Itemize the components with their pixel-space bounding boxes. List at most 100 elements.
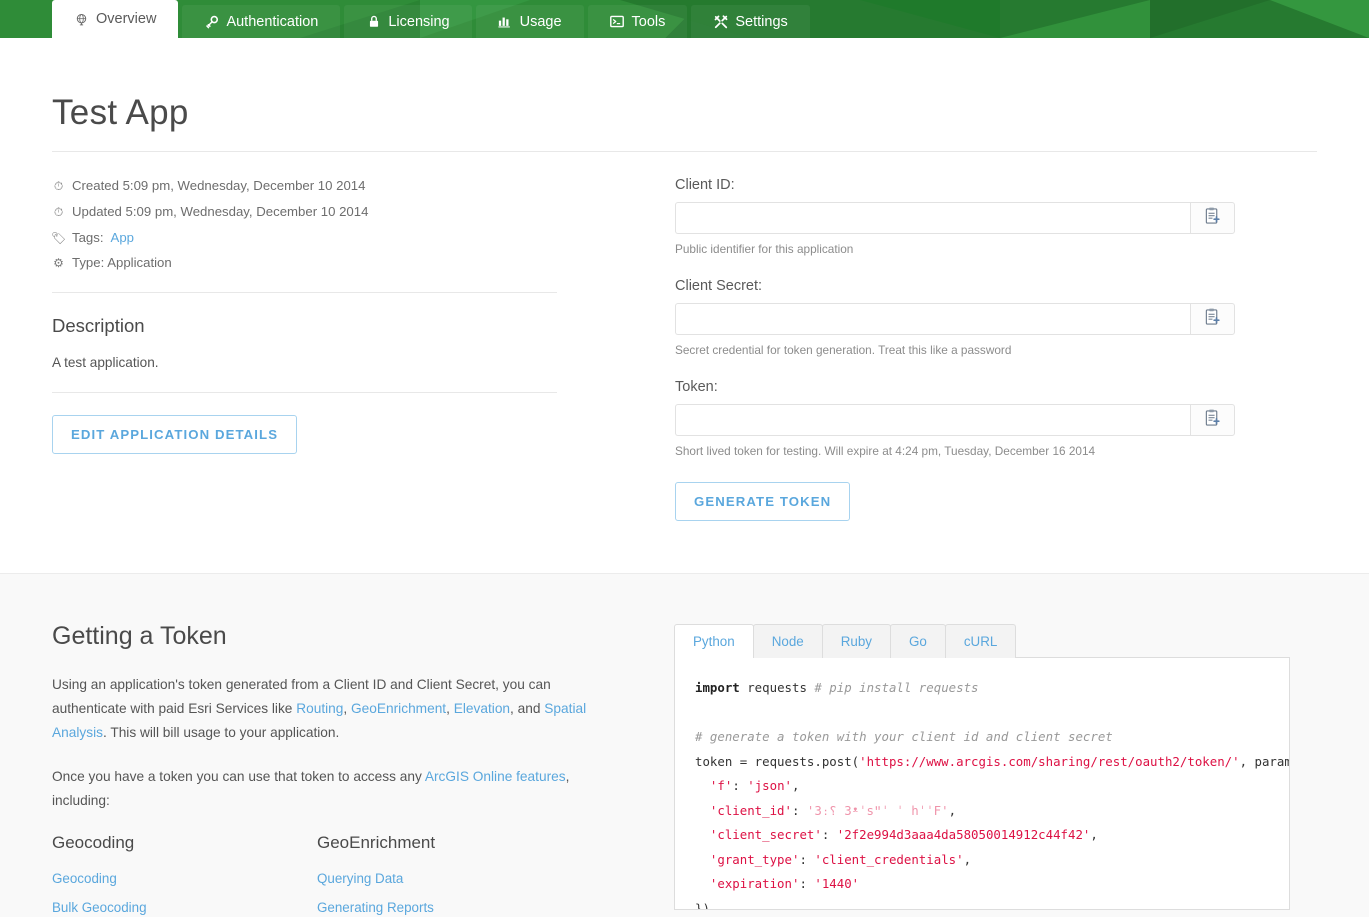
- code-tab-node[interactable]: Node: [752, 624, 823, 658]
- client-id-input-row: [675, 202, 1235, 234]
- edit-application-details-button[interactable]: EDIT APPLICATION DETAILS: [52, 415, 298, 454]
- code-tab-go[interactable]: Go: [889, 624, 946, 658]
- decor-triangle-6: [1150, 0, 1270, 38]
- code-language-tabs: Python Node Ruby Go cURL: [674, 624, 1290, 658]
- copy-token-button[interactable]: [1190, 404, 1235, 436]
- generate-token-button[interactable]: GENERATE TOKEN: [675, 482, 851, 521]
- description-text: A test application.: [52, 355, 159, 370]
- client-id-input[interactable]: [675, 202, 1190, 234]
- bottom-right-column: Python Node Ruby Go cURL import requests…: [674, 574, 1290, 917]
- type-text: Type: Application: [72, 255, 172, 270]
- clock-icon: ⏱: [53, 205, 64, 219]
- code-key-client-id: 'client_id': [709, 802, 792, 818]
- tab-usage[interactable]: Usage: [475, 5, 584, 38]
- meta-updated: ⏱ Updated 5:09 pm, Wednesday, December 1…: [52, 204, 557, 220]
- code-token-assign: token = requests.post(: [695, 753, 860, 769]
- client-secret-hint: Secret credential for token generation. …: [675, 343, 1012, 357]
- right-column: Client ID: Public identifier for this ap…: [675, 152, 1235, 521]
- tab-label: Tools: [631, 13, 666, 30]
- link-column-heading: Geocoding: [52, 833, 135, 852]
- para1-text-b: . This will bill usage to your applicati…: [102, 725, 340, 740]
- clipboard-copy-icon: [1204, 308, 1221, 331]
- link-column-geocoding: Geocoding Geocoding Bulk Geocoding: [52, 833, 317, 917]
- code-tab-ruby[interactable]: Ruby: [821, 624, 891, 658]
- left-column: ⏱ Created 5:09 pm, Wednesday, December 1…: [50, 152, 557, 521]
- link-routing[interactable]: Routing: [296, 701, 343, 716]
- divider: [52, 292, 557, 293]
- code-sample-panel: Python Node Ruby Go cURL import requests…: [674, 624, 1290, 910]
- page-title: Test App: [52, 38, 1317, 152]
- bar-chart-icon: [498, 14, 513, 29]
- copy-client-secret-button[interactable]: [1190, 303, 1235, 335]
- client-id-field-block: Client ID: Public identifier for this ap…: [675, 177, 1235, 256]
- code-module-requests: requests: [739, 680, 815, 695]
- created-text: Created 5:09 pm, Wednesday, December 10 …: [72, 178, 366, 193]
- code-value-grant-type: 'client_credentials': [814, 851, 964, 867]
- clock-icon: ⏱: [53, 179, 64, 193]
- meta-type: ⚙ Type: Application: [52, 255, 557, 270]
- code-tab-curl[interactable]: cURL: [944, 624, 1017, 658]
- code-block: import requests # pip install requests #…: [674, 657, 1290, 910]
- client-secret-input[interactable]: [675, 303, 1190, 335]
- tab-settings[interactable]: Settings: [691, 5, 810, 38]
- getting-token-paragraph-2: Once you have a token you can use that t…: [52, 765, 612, 813]
- clipboard-copy-icon: [1204, 207, 1221, 230]
- link-column-heading: GeoEnrichment: [317, 833, 436, 852]
- code-comment-generate: # generate a token with your client id a…: [695, 729, 1113, 744]
- token-input[interactable]: [675, 404, 1190, 436]
- getting-token-paragraph-1: Using an application's token generated f…: [52, 673, 612, 745]
- client-id-hint: Public identifier for this application: [675, 242, 854, 256]
- token-input-row: [675, 404, 1235, 436]
- link-elevation[interactable]: Elevation: [454, 701, 510, 716]
- code-key-grant-type: 'grant_type': [709, 851, 800, 867]
- tags-label: Tags:: [72, 230, 104, 245]
- link-arcgis-online-features[interactable]: ArcGIS Online features: [425, 769, 566, 784]
- code-url: 'https://www.arcgis.com/sharing/rest/oau…: [859, 753, 1240, 769]
- divider: [52, 392, 557, 393]
- link-geoenrichment[interactable]: GeoEnrichment: [351, 701, 446, 716]
- client-id-label: Client ID:: [675, 177, 735, 193]
- link-bulk-geocoding[interactable]: Bulk Geocoding: [52, 900, 317, 915]
- code-value-client-secret: '2f2e994d3aaa4da58050014912c44f42': [836, 827, 1091, 842]
- tag-link-app[interactable]: App: [111, 230, 134, 245]
- code-key-client-secret: 'client_secret': [709, 827, 822, 842]
- main-tab-bar: Overview Authentication Licensing Usage …: [0, 0, 1369, 38]
- tab-label: Usage: [519, 13, 562, 30]
- tab-label: Authentication: [226, 13, 319, 30]
- token-field-block: Token: Short lived token for testing. Wi…: [675, 379, 1235, 458]
- getting-a-token-section: Getting a Token Using an application's t…: [0, 573, 1369, 917]
- code-key-f: 'f': [709, 778, 733, 793]
- overview-top-section: Test App ⏱ Created 5:09 pm, Wednesday, D…: [0, 38, 1369, 573]
- decor-triangle-7: [1270, 0, 1369, 38]
- token-label: Token:: [675, 379, 718, 395]
- link-generating-reports[interactable]: Generating Reports: [317, 900, 582, 915]
- tag-icon: 🏷: [50, 231, 67, 245]
- code-params-close: }): [695, 900, 710, 910]
- tab-label: Overview: [96, 11, 157, 27]
- code-params-open: , params={: [1239, 753, 1289, 769]
- meta-tags: 🏷 Tags: App: [50, 230, 557, 245]
- code-value-client-id: '3։⸮ 3ᵜˈsʺˈ ˈ hˈˈF': [806, 802, 949, 818]
- lock-icon: [366, 14, 381, 29]
- copy-client-id-button[interactable]: [1190, 202, 1235, 234]
- link-column-geoenrichment: GeoEnrichment Querying Data Generating R…: [317, 833, 582, 917]
- decor-triangle-4: [860, 0, 1000, 38]
- gear-icon: ⚙: [53, 256, 64, 270]
- tab-label: Licensing: [388, 13, 450, 30]
- terminal-icon: [610, 14, 625, 29]
- tab-overview[interactable]: Overview: [52, 0, 179, 38]
- tab-authentication[interactable]: Authentication: [182, 5, 341, 38]
- sep-3: , and: [510, 701, 545, 716]
- link-geocoding[interactable]: Geocoding: [52, 871, 317, 886]
- code-keyword-import: import: [695, 680, 740, 695]
- tab-licensing[interactable]: Licensing: [344, 5, 472, 38]
- bottom-left-column: Getting a Token Using an application's t…: [52, 574, 612, 917]
- code-value-expiration: '1440': [814, 876, 860, 891]
- page-content: Test App ⏱ Created 5:09 pm, Wednesday, D…: [0, 38, 1369, 917]
- tab-tools[interactable]: Tools: [587, 5, 688, 38]
- link-querying-data[interactable]: Querying Data: [317, 871, 582, 886]
- client-secret-input-row: [675, 303, 1235, 335]
- code-tab-python[interactable]: Python: [674, 624, 754, 658]
- bottom-two-column-layout: Getting a Token Using an application's t…: [52, 574, 1317, 917]
- code-value-json: 'json': [747, 778, 792, 793]
